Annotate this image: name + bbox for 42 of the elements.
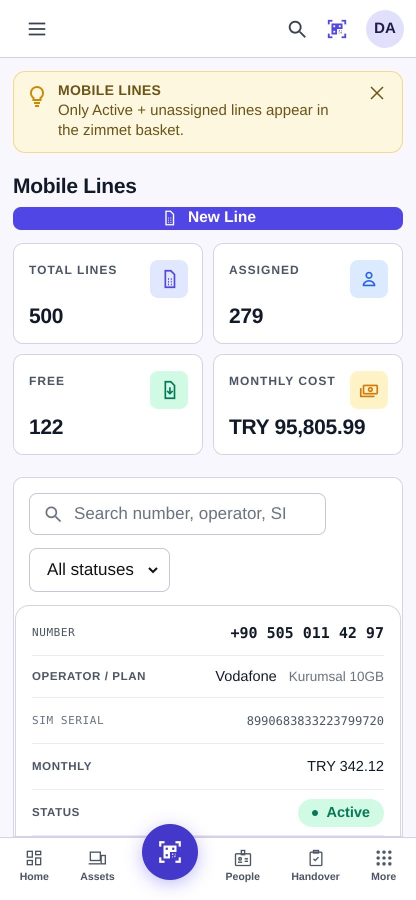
more-icon: [374, 848, 394, 868]
nav-tab[interactable]: More: [367, 838, 400, 883]
qr-scan-icon: [157, 839, 184, 865]
stat-label: ASSIGNED: [229, 263, 300, 277]
field-label: SIM SERIAL: [32, 714, 104, 727]
user-avatar[interactable]: DA: [366, 10, 404, 48]
field-value: TRY 342.12: [307, 758, 384, 774]
stat-label: FREE: [29, 374, 66, 388]
sim-card-icon: [150, 260, 188, 298]
lightbulb-icon: [28, 85, 46, 107]
sim-serial: 8990683833223799720: [246, 714, 384, 728]
new-line-button[interactable]: New Line: [13, 206, 403, 230]
page-title: Mobile Lines: [13, 174, 138, 198]
close-icon: [368, 84, 386, 102]
field-label: NUMBER: [32, 626, 76, 639]
status-dropdown[interactable]: All statuses: [29, 548, 170, 592]
stat-value: 279: [229, 305, 264, 329]
nav-tab[interactable]: People: [222, 838, 264, 883]
field-label: OPERATOR / PLAN: [32, 670, 146, 682]
plan-name: Kurumsal 10GB: [288, 668, 384, 684]
status-badge: Active: [298, 798, 384, 826]
nav-tab[interactable]: Home: [16, 838, 53, 883]
field-label: MONTHLY: [32, 760, 92, 772]
stat-value: 122: [29, 416, 64, 440]
qr-scan-icon: [326, 18, 348, 40]
operator-name: Vodafone: [215, 668, 277, 684]
banner-title: MOBILE LINES: [58, 82, 162, 98]
person-icon: [350, 260, 388, 298]
banner-text: Only Active + unassigned lines appear in the zimmet basket.: [58, 101, 330, 142]
nav-tab[interactable]: Assets: [76, 838, 119, 883]
stat-value: 500: [29, 305, 64, 329]
phone-number: +90 505 011 42 97: [230, 624, 384, 642]
stat-label: TOTAL LINES: [29, 263, 118, 277]
sim-download-icon: [150, 371, 188, 409]
stat-value: TRY 95,805.99: [229, 416, 366, 440]
nav-tab[interactable]: Handover: [287, 838, 344, 883]
cash-icon: [350, 371, 388, 409]
stat-label: MONTHLY COST: [229, 374, 336, 388]
search-field[interactable]: Search number, operator, SI: [29, 493, 326, 535]
home-icon: [24, 848, 44, 868]
people-icon: [232, 848, 253, 868]
field-label: STATUS: [32, 806, 80, 818]
